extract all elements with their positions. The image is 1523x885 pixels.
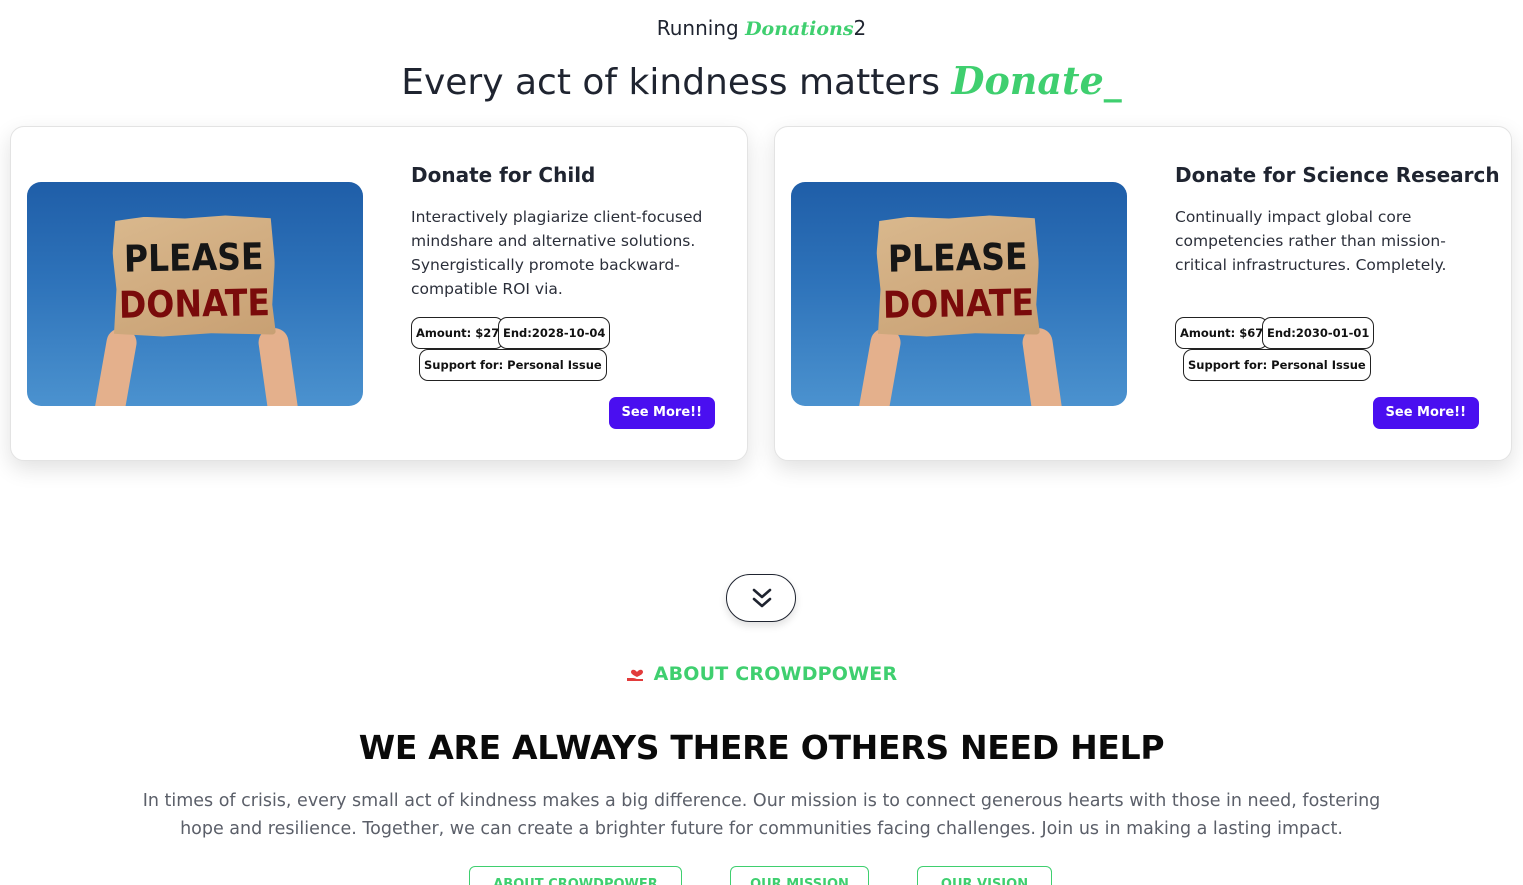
tab-about-crowdpower[interactable]: ABOUT CROWDPOWER: [469, 866, 682, 885]
sign-line-2: DONATE: [882, 280, 1035, 327]
headline-script-word: Donate: [951, 58, 1104, 103]
sign-line-1: PLEASE: [123, 234, 264, 281]
amount-badge: Amount: $27: [411, 317, 505, 349]
running-donations-label: Running Donations2: [0, 16, 1523, 40]
amount-badge: Amount: $67: [1175, 317, 1269, 349]
card-description: Continually impact global core competenc…: [1175, 208, 1447, 274]
about-heading: WE ARE ALWAYS THERE OTHERS NEED HELP: [358, 728, 1165, 767]
about-paragraph: In times of crisis, every small act of k…: [142, 791, 1381, 839]
end-date-badge: End:2030-01-01: [1262, 317, 1375, 349]
sign-line-1: PLEASE: [887, 234, 1028, 281]
running-script-word: Donations: [745, 18, 854, 40]
page-headline: Every act of kindness matters Donate_: [0, 58, 1523, 103]
donation-image: PLEASE DONATE: [791, 182, 1127, 406]
card-title: Donate for Science Research: [1175, 163, 1500, 187]
tab-our-vision[interactable]: OUR VISION: [917, 866, 1052, 885]
donation-card: PLEASE DONATE Donate for Child Interacti…: [10, 126, 748, 461]
support-badge: Support for: Personal Issue: [1183, 349, 1371, 381]
card-description: Interactively plagiarize client-focused …: [411, 208, 703, 298]
hand-shape: [857, 326, 903, 406]
sign-line-2: DONATE: [118, 280, 271, 327]
hand-shape: [1020, 326, 1064, 406]
hand-shape: [93, 326, 139, 406]
donation-image: PLEASE DONATE: [27, 182, 363, 406]
hand-shape: [256, 326, 300, 406]
end-date-badge: End:2028-10-04: [498, 317, 611, 349]
heart-hand-icon: [626, 663, 648, 688]
double-chevron-down-icon: [752, 588, 772, 608]
cardboard-sign: PLEASE DONATE: [876, 215, 1040, 338]
running-prefix: Running: [656, 16, 746, 40]
see-more-button[interactable]: See More!!: [1372, 397, 1479, 429]
typing-cursor: _: [1103, 62, 1122, 103]
headline-text: Every act of kindness matters: [401, 62, 952, 103]
running-count: 2: [853, 16, 867, 40]
donation-card: PLEASE DONATE Donate for Science Researc…: [774, 126, 1512, 461]
about-section-tag: ABOUT CROWDPOWER: [0, 663, 1523, 688]
tab-our-mission[interactable]: OUR MISSION: [730, 866, 869, 885]
cardboard-sign: PLEASE DONATE: [112, 215, 276, 338]
support-badge: Support for: Personal Issue: [419, 349, 607, 381]
scroll-down-button[interactable]: [726, 574, 796, 622]
about-tag-label: ABOUT CROWDPOWER: [653, 663, 898, 685]
card-title: Donate for Child: [411, 163, 596, 187]
see-more-button[interactable]: See More!!: [608, 397, 715, 429]
